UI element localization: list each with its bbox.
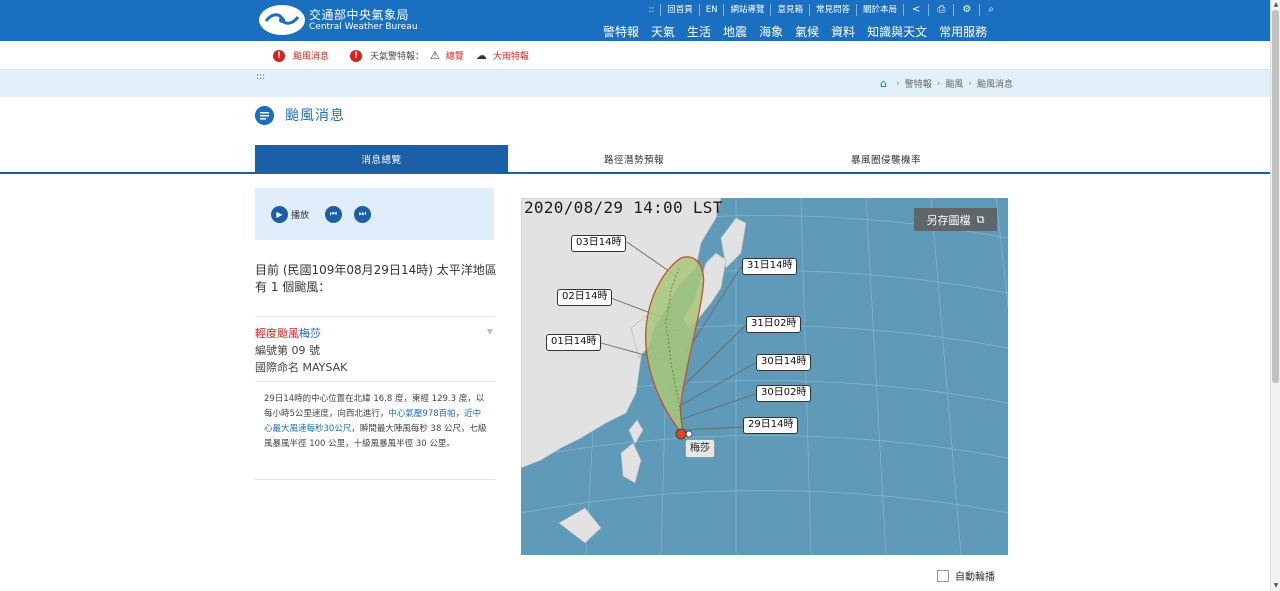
breadcrumb-bar: ::: ⌂ › 警特報 › 颱風 › 颱風消息	[0, 70, 1270, 97]
animation-player: ▶ 播放 ⏮ ⏭	[255, 188, 494, 240]
nav-life[interactable]: 生活	[687, 23, 711, 40]
time-label-01-14: 01日14時	[546, 334, 602, 351]
tab-wind-probability[interactable]: 暴風圈侵襲機率	[760, 145, 1012, 172]
detail-comma: ，	[455, 409, 465, 419]
nav-warnings[interactable]: 警特報	[603, 23, 639, 40]
alert-icon: !	[350, 49, 362, 62]
feedback-link[interactable]: 意見箱	[770, 4, 809, 16]
time-label-29-14: 29日14時	[743, 417, 799, 434]
typhoon-track-map: 2020/08/29 14:00 LST 另存圖檔 ⧉ 03日14時 02日14…	[521, 198, 1008, 555]
alert-icon: !	[273, 49, 285, 62]
warning-triangle-icon: ⚠	[430, 49, 440, 62]
storm-entry[interactable]: 輕度颱風梅莎 編號第 09 號 國際命名 MAYSAK ▼	[255, 316, 495, 381]
chevron-down-icon[interactable]: ▼	[487, 327, 493, 336]
page-scrollbar[interactable]: ▲ ▼	[1270, 0, 1280, 591]
nav-marine[interactable]: 海象	[759, 23, 783, 40]
time-label-31-02: 31日02時	[746, 316, 802, 333]
about-link[interactable]: 關於本局	[856, 4, 903, 16]
nav-earthquake[interactable]: 地震	[723, 23, 747, 40]
nav-knowledge[interactable]: 知識與天文	[867, 23, 927, 40]
accesskey-link[interactable]: ::	[642, 4, 660, 16]
page-title: 颱風消息	[285, 108, 345, 124]
nav-services[interactable]: 常用服務	[939, 23, 987, 40]
weather-alerts: ! 天氣警特報： ⚠ 總覽 ☁ 大雨特報	[350, 49, 529, 62]
logo-title-en[interactable]: Central Weather Bureau	[309, 22, 418, 32]
storm-title: 輕度颱風梅莎	[255, 325, 495, 342]
time-label-30-14: 30日14時	[756, 354, 812, 371]
tab-track-forecast[interactable]: 路徑潛勢預報	[508, 145, 760, 172]
nav-climate[interactable]: 氣候	[795, 23, 819, 40]
auto-rotate-label[interactable]: 自動輪播	[955, 568, 995, 583]
typhoon-summary: 目前 (民國109年08月29日14時) 太平洋地區有 1 個颱風：	[255, 263, 497, 294]
next-frame-icon[interactable]: ⏭	[354, 205, 372, 223]
chevron-right-icon: ›	[936, 78, 941, 89]
typhoon-alert[interactable]: ! 颱風消息	[273, 49, 329, 62]
rain-cloud-icon: ☁	[475, 49, 487, 62]
external-link-icon: ⧉	[976, 212, 985, 226]
storm-name: 梅莎	[299, 327, 321, 340]
save-image-button[interactable]: 另存圖檔 ⧉	[914, 208, 997, 231]
detail-pressure: 中心氣壓978百帕	[388, 409, 456, 419]
storm-center-icon	[675, 428, 687, 440]
storm-category: 輕度颱風	[255, 327, 299, 340]
alert-bar: ! 颱風消息 ! 天氣警特報： ⚠ 總覽 ☁ 大雨特報	[0, 41, 1270, 70]
auto-rotate-toggle[interactable]: 自動輪播	[937, 568, 995, 583]
weather-alert-label: 天氣警特報：	[370, 52, 425, 62]
storm-map-tag: 梅莎	[685, 439, 715, 458]
heavy-rain-alert-link[interactable]: 大雨特報	[493, 49, 529, 62]
previous-frame-icon[interactable]: ⏮	[325, 205, 343, 223]
settings-icon[interactable]: ⚙	[953, 4, 979, 16]
site-header: 交通部中央氣象局 Central Weather Bureau :: 回首頁 E…	[0, 0, 1270, 41]
breadcrumb-warnings[interactable]: 警特報	[905, 77, 932, 90]
play-icon[interactable]: ▶	[271, 205, 288, 223]
english-link[interactable]: EN	[698, 4, 724, 16]
observed-position-icon	[685, 430, 693, 438]
overview-alert-link[interactable]: 總覽	[446, 49, 464, 62]
map-timestamp: 2020/08/29 14:00 LST	[524, 198, 723, 217]
top-utility-nav: :: 回首頁 EN 網站導覽 意見箱 常見問答 關於本局 < ⎙ ⚙ ⌕	[642, 4, 1002, 16]
home-icon[interactable]: ⌂	[880, 77, 887, 90]
play-label[interactable]: 播放	[291, 208, 309, 221]
share-icon[interactable]: <	[903, 4, 928, 16]
tab-overview[interactable]: 消息總覽	[255, 145, 508, 172]
nav-weather[interactable]: 天氣	[651, 23, 675, 40]
cwb-logo-icon[interactable]	[258, 4, 306, 36]
scroll-up-arrow-icon[interactable]: ▲	[1272, 0, 1280, 10]
typhoon-alert-link[interactable]: 颱風消息	[293, 49, 329, 62]
accesskey-marker[interactable]: :::	[256, 72, 265, 82]
main-nav: 警特報 天氣 生活 地震 海象 氣候 資料 知識與天文 常用服務	[603, 23, 999, 40]
nav-data[interactable]: 資料	[831, 23, 855, 40]
print-icon[interactable]: ⎙	[928, 4, 953, 16]
storm-intl-name: 國際命名 MAYSAK	[255, 361, 348, 374]
time-label-31-14: 31日14時	[742, 258, 798, 275]
time-label-02-14: 02日14時	[557, 289, 613, 306]
save-image-label: 另存圖檔	[926, 213, 971, 227]
message-icon	[255, 106, 274, 125]
scroll-down-arrow-icon[interactable]: ▼	[1272, 581, 1280, 591]
breadcrumb: ⌂ › 警特報 › 颱風 › 颱風消息	[880, 77, 1013, 90]
sitemap-link[interactable]: 網站導覽	[723, 4, 770, 16]
search-icon[interactable]: ⌕	[979, 4, 1002, 16]
time-label-03-14: 03日14時	[571, 235, 627, 252]
breadcrumb-current: 颱風消息	[976, 80, 1013, 90]
storm-number: 編號第 09 號	[255, 344, 320, 357]
auto-rotate-checkbox[interactable]	[937, 569, 949, 582]
home-link[interactable]: 回首頁	[660, 4, 699, 16]
chevron-right-icon: ›	[896, 78, 900, 89]
tab-bar: 消息總覽 路徑潛勢預報 暴風圈侵襲機率	[0, 145, 1270, 174]
chevron-right-icon: ›	[968, 78, 972, 89]
faq-link[interactable]: 常見問答	[809, 4, 856, 16]
logo-title-zh[interactable]: 交通部中央氣象局	[309, 6, 409, 23]
scrollbar-thumb[interactable]	[1272, 10, 1279, 383]
storm-detail: 29日14時的中心位置在北緯 16.8 度，東經 129.3 度，以每小時5公里…	[255, 381, 495, 480]
breadcrumb-typhoon[interactable]: 颱風	[945, 77, 963, 90]
time-label-30-02: 30日02時	[756, 385, 812, 402]
